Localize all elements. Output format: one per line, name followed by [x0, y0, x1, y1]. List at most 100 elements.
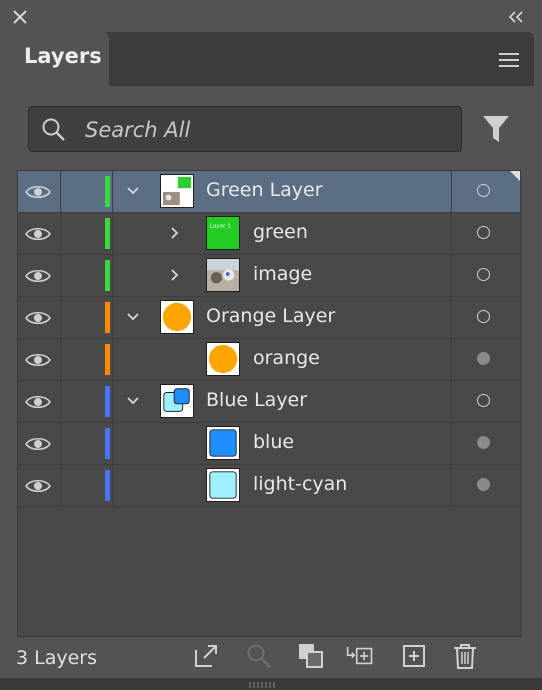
move-to-layer-icon[interactable]	[346, 642, 374, 670]
eye-icon	[25, 353, 51, 367]
target-cell[interactable]	[451, 465, 520, 506]
layer-row[interactable]: Green Layer	[18, 171, 520, 213]
tab-layers[interactable]: Layers	[8, 32, 109, 86]
layer-name: blue	[253, 431, 295, 453]
layer-name-cell[interactable]: Blue Layer	[114, 381, 452, 422]
filter-icon[interactable]	[482, 113, 510, 145]
eye-icon	[25, 311, 51, 325]
layer-thumbnail	[206, 258, 240, 292]
chevron-down-icon[interactable]	[126, 394, 140, 408]
eye-icon	[25, 269, 51, 283]
layer-thumbnail	[160, 300, 194, 334]
visibility-toggle[interactable]	[18, 339, 61, 380]
layer-name-cell[interactable]: orange	[114, 339, 452, 380]
layer-name-cell[interactable]: Green Layer	[114, 171, 452, 212]
sublayer-row[interactable]: light-cyan	[18, 465, 520, 507]
target-cell[interactable]	[451, 171, 520, 212]
target-circle-icon[interactable]	[477, 310, 490, 323]
visibility-toggle[interactable]	[18, 381, 61, 422]
layer-name: Blue Layer	[206, 389, 308, 411]
layer-color-bar	[105, 344, 110, 375]
target-cell[interactable]	[451, 297, 520, 338]
visibility-toggle[interactable]	[18, 171, 61, 212]
sublayer-row[interactable]: Layer 1 green	[18, 213, 520, 255]
layer-name-cell[interactable]: blue	[114, 423, 452, 464]
layer-thumbnail: Layer 1	[206, 216, 240, 250]
close-icon[interactable]	[12, 9, 28, 25]
layer-color-bar	[105, 470, 110, 501]
target-circle-icon[interactable]	[477, 352, 490, 365]
resize-grip-icon[interactable]	[242, 682, 282, 688]
chevron-down-icon[interactable]	[126, 310, 140, 324]
chevron-down-icon[interactable]	[126, 184, 140, 198]
target-cell[interactable]	[451, 213, 520, 254]
sublayer-row[interactable]: image	[18, 255, 520, 297]
locate-object-icon[interactable]	[245, 642, 273, 670]
selection-indicator-icon	[510, 171, 520, 183]
layer-color-bar	[105, 302, 110, 333]
layer-thumbnail	[206, 342, 240, 376]
visibility-toggle[interactable]	[18, 423, 61, 464]
layer-name-cell[interactable]: image	[114, 255, 452, 296]
target-cell[interactable]	[451, 255, 520, 296]
layer-name-cell[interactable]: light-cyan	[114, 465, 452, 506]
target-circle-icon[interactable]	[477, 184, 490, 197]
layer-count: 3 Layers	[16, 647, 98, 669]
target-circle-icon[interactable]	[477, 394, 490, 407]
visibility-toggle[interactable]	[18, 255, 61, 296]
menu-icon[interactable]	[498, 52, 520, 68]
visibility-toggle[interactable]	[18, 465, 61, 506]
delete-icon[interactable]	[451, 642, 479, 670]
layer-name: orange	[253, 347, 320, 369]
eye-icon	[25, 479, 51, 493]
search-input[interactable]: Search All	[28, 106, 462, 152]
layer-color-bar	[105, 176, 110, 207]
target-circle-icon[interactable]	[477, 436, 490, 449]
eye-icon	[25, 227, 51, 241]
layer-name: Green Layer	[206, 179, 323, 201]
layer-thumbnail	[160, 174, 194, 208]
layer-name: image	[253, 263, 313, 285]
target-circle-icon[interactable]	[477, 226, 490, 239]
target-cell[interactable]	[451, 339, 520, 380]
layer-thumbnail	[206, 426, 240, 460]
layer-name: light-cyan	[253, 473, 348, 495]
target-cell[interactable]	[451, 381, 520, 422]
visibility-toggle[interactable]	[18, 297, 61, 338]
eye-icon	[25, 185, 51, 199]
layer-color-bar	[105, 428, 110, 459]
layers-panel: Search All Green Layer Layer 1 green image O…	[8, 86, 534, 678]
eye-icon	[25, 395, 51, 409]
layers-list: Green Layer Layer 1 green image Orange Layer…	[17, 170, 521, 637]
layer-row[interactable]: Orange Layer	[18, 297, 520, 339]
layer-row[interactable]: Blue Layer	[18, 381, 520, 423]
thumb-label: Layer 1	[210, 223, 231, 229]
collapse-icon[interactable]	[506, 10, 526, 24]
visibility-toggle[interactable]	[18, 213, 61, 254]
layer-color-bar	[105, 218, 110, 249]
layer-name-cell[interactable]: Orange Layer	[114, 297, 452, 338]
search-placeholder: Search All	[85, 118, 191, 142]
target-circle-icon[interactable]	[477, 478, 490, 491]
layer-thumbnail	[206, 468, 240, 502]
layer-thumbnail	[160, 384, 194, 418]
search-icon	[42, 118, 65, 141]
layer-color-bar	[105, 260, 110, 291]
sublayer-row[interactable]: orange	[18, 339, 520, 381]
chevron-right-icon[interactable]	[168, 268, 182, 282]
sublayer-row[interactable]: blue	[18, 423, 520, 465]
clipping-mask-icon[interactable]	[297, 642, 325, 670]
chevron-right-icon[interactable]	[168, 226, 182, 240]
eye-icon	[25, 437, 51, 451]
panel-titlebar	[0, 0, 542, 32]
layer-name: green	[253, 221, 308, 243]
layer-name: Orange Layer	[206, 305, 336, 327]
new-layer-icon[interactable]	[401, 642, 429, 670]
layer-color-bar	[105, 386, 110, 417]
export-icon[interactable]	[192, 642, 220, 670]
target-circle-icon[interactable]	[477, 268, 490, 281]
layer-name-cell[interactable]: Layer 1 green	[114, 213, 452, 254]
target-cell[interactable]	[451, 423, 520, 464]
tab-strip: Layers	[8, 32, 534, 86]
tab-layers-label: Layers	[24, 44, 102, 68]
